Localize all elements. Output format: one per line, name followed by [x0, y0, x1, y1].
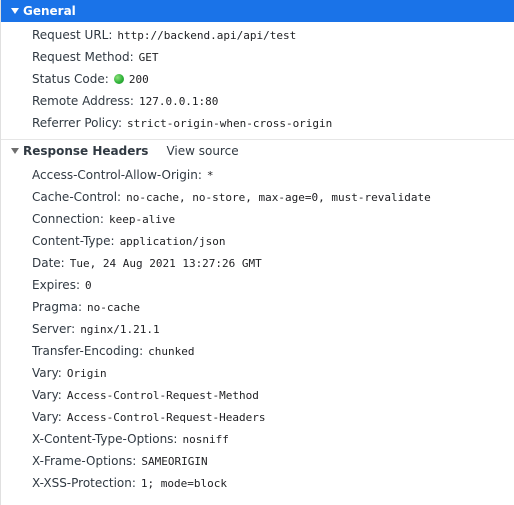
- general-row-request-method: Request Method: GET: [32, 46, 514, 68]
- header-name: X-Content-Type-Options:: [32, 432, 178, 446]
- header-value: no-cache, no-store, max-age=0, must-reva…: [126, 190, 431, 204]
- header-value: 200: [128, 72, 149, 86]
- header-value: application/json: [119, 234, 226, 248]
- header-name: Vary:: [32, 366, 62, 380]
- view-source-link[interactable]: View source: [166, 144, 238, 158]
- header-value: nosniff: [182, 432, 229, 446]
- header-value: chunked: [148, 344, 195, 358]
- response-header-row: Transfer-Encoding: chunked: [32, 340, 514, 362]
- general-row-referrer-policy: Referrer Policy: strict-origin-when-cros…: [32, 112, 514, 134]
- response-header-row: X-XSS-Protection: 1; mode=block: [32, 472, 514, 494]
- response-header-row: Expires: 0: [32, 274, 514, 296]
- header-name: X-XSS-Protection:: [32, 476, 136, 490]
- header-name: Transfer-Encoding:: [32, 344, 144, 358]
- triangle-down-icon[interactable]: [11, 8, 19, 14]
- header-name: Remote Address:: [32, 94, 134, 108]
- response-header-row: Vary: Origin: [32, 362, 514, 384]
- header-value: GET: [138, 50, 159, 64]
- response-header-row: Content-Type: application/json: [32, 230, 514, 252]
- response-header-row: Access-Control-Allow-Origin: *: [32, 164, 514, 186]
- header-value: no-cache: [87, 300, 140, 314]
- header-name: Cache-Control:: [32, 190, 122, 204]
- header-value: 127.0.0.1:80: [138, 94, 219, 108]
- response-header-row: Cache-Control: no-cache, no-store, max-a…: [32, 186, 514, 208]
- response-header-row: Connection: keep-alive: [32, 208, 514, 230]
- header-name: Content-Type:: [32, 234, 115, 248]
- header-value: nginx/1.21.1: [80, 322, 160, 336]
- header-name: Vary:: [32, 410, 62, 424]
- header-value: Access-Control-Request-Method: [66, 388, 259, 402]
- header-name: Request Method:: [32, 50, 134, 64]
- header-value: SAMEORIGIN: [141, 454, 208, 468]
- header-value: keep-alive: [108, 212, 176, 226]
- response-header-row: Vary: Access-Control-Request-Headers: [32, 406, 514, 428]
- header-name: Date:: [32, 256, 65, 270]
- headers-panel: General Request URL: http://backend.api/…: [0, 0, 514, 505]
- response-header-row: Server: nginx/1.21.1: [32, 318, 514, 340]
- general-section-header[interactable]: General: [1, 0, 514, 22]
- general-row-remote-address: Remote Address: 127.0.0.1:80: [32, 90, 514, 112]
- header-name: X-Frame-Options:: [32, 454, 137, 468]
- response-header-row: X-Frame-Options: SAMEORIGIN: [32, 450, 514, 472]
- header-value: Tue, 24 Aug 2021 13:27:26 GMT: [69, 256, 262, 270]
- header-value: strict-origin-when-cross-origin: [127, 116, 333, 130]
- header-name: Request URL:: [32, 28, 113, 42]
- response-header-row: X-Content-Type-Options: nosniff: [32, 428, 514, 450]
- header-value: http://backend.api/api/test: [117, 28, 297, 42]
- header-name: Status Code:: [32, 72, 109, 86]
- header-value: 1; mode=block: [140, 476, 227, 490]
- response-header-row: Date: Tue, 24 Aug 2021 13:27:26 GMT: [32, 252, 514, 274]
- header-name: Access-Control-Allow-Origin:: [32, 168, 202, 182]
- response-headers-section-header[interactable]: Response Headers View source: [1, 140, 514, 162]
- general-row-request-url: Request URL: http://backend.api/api/test: [32, 24, 514, 46]
- response-headers-section-title: Response Headers: [23, 144, 149, 158]
- general-section-title: General: [23, 4, 76, 18]
- header-name: Expires:: [32, 278, 80, 292]
- header-name: Server:: [32, 322, 76, 336]
- header-name: Pragma:: [32, 300, 83, 314]
- header-value: Origin: [66, 366, 107, 380]
- general-section-body: Request URL: http://backend.api/api/test…: [1, 22, 514, 134]
- triangle-down-icon[interactable]: [11, 148, 19, 154]
- header-value: *: [206, 168, 214, 182]
- header-name: Vary:: [32, 388, 62, 402]
- status-dot-icon: [113, 74, 124, 84]
- header-value: Access-Control-Request-Headers: [66, 410, 266, 424]
- header-name: Referrer Policy:: [32, 116, 122, 130]
- response-header-row: Pragma: no-cache: [32, 296, 514, 318]
- header-value: 0: [84, 278, 92, 292]
- response-headers-section-body: Access-Control-Allow-Origin: * Cache-Con…: [1, 162, 514, 494]
- header-name: Connection:: [32, 212, 104, 226]
- general-row-status-code: Status Code: 200: [32, 68, 514, 90]
- response-header-row: Vary: Access-Control-Request-Method: [32, 384, 514, 406]
